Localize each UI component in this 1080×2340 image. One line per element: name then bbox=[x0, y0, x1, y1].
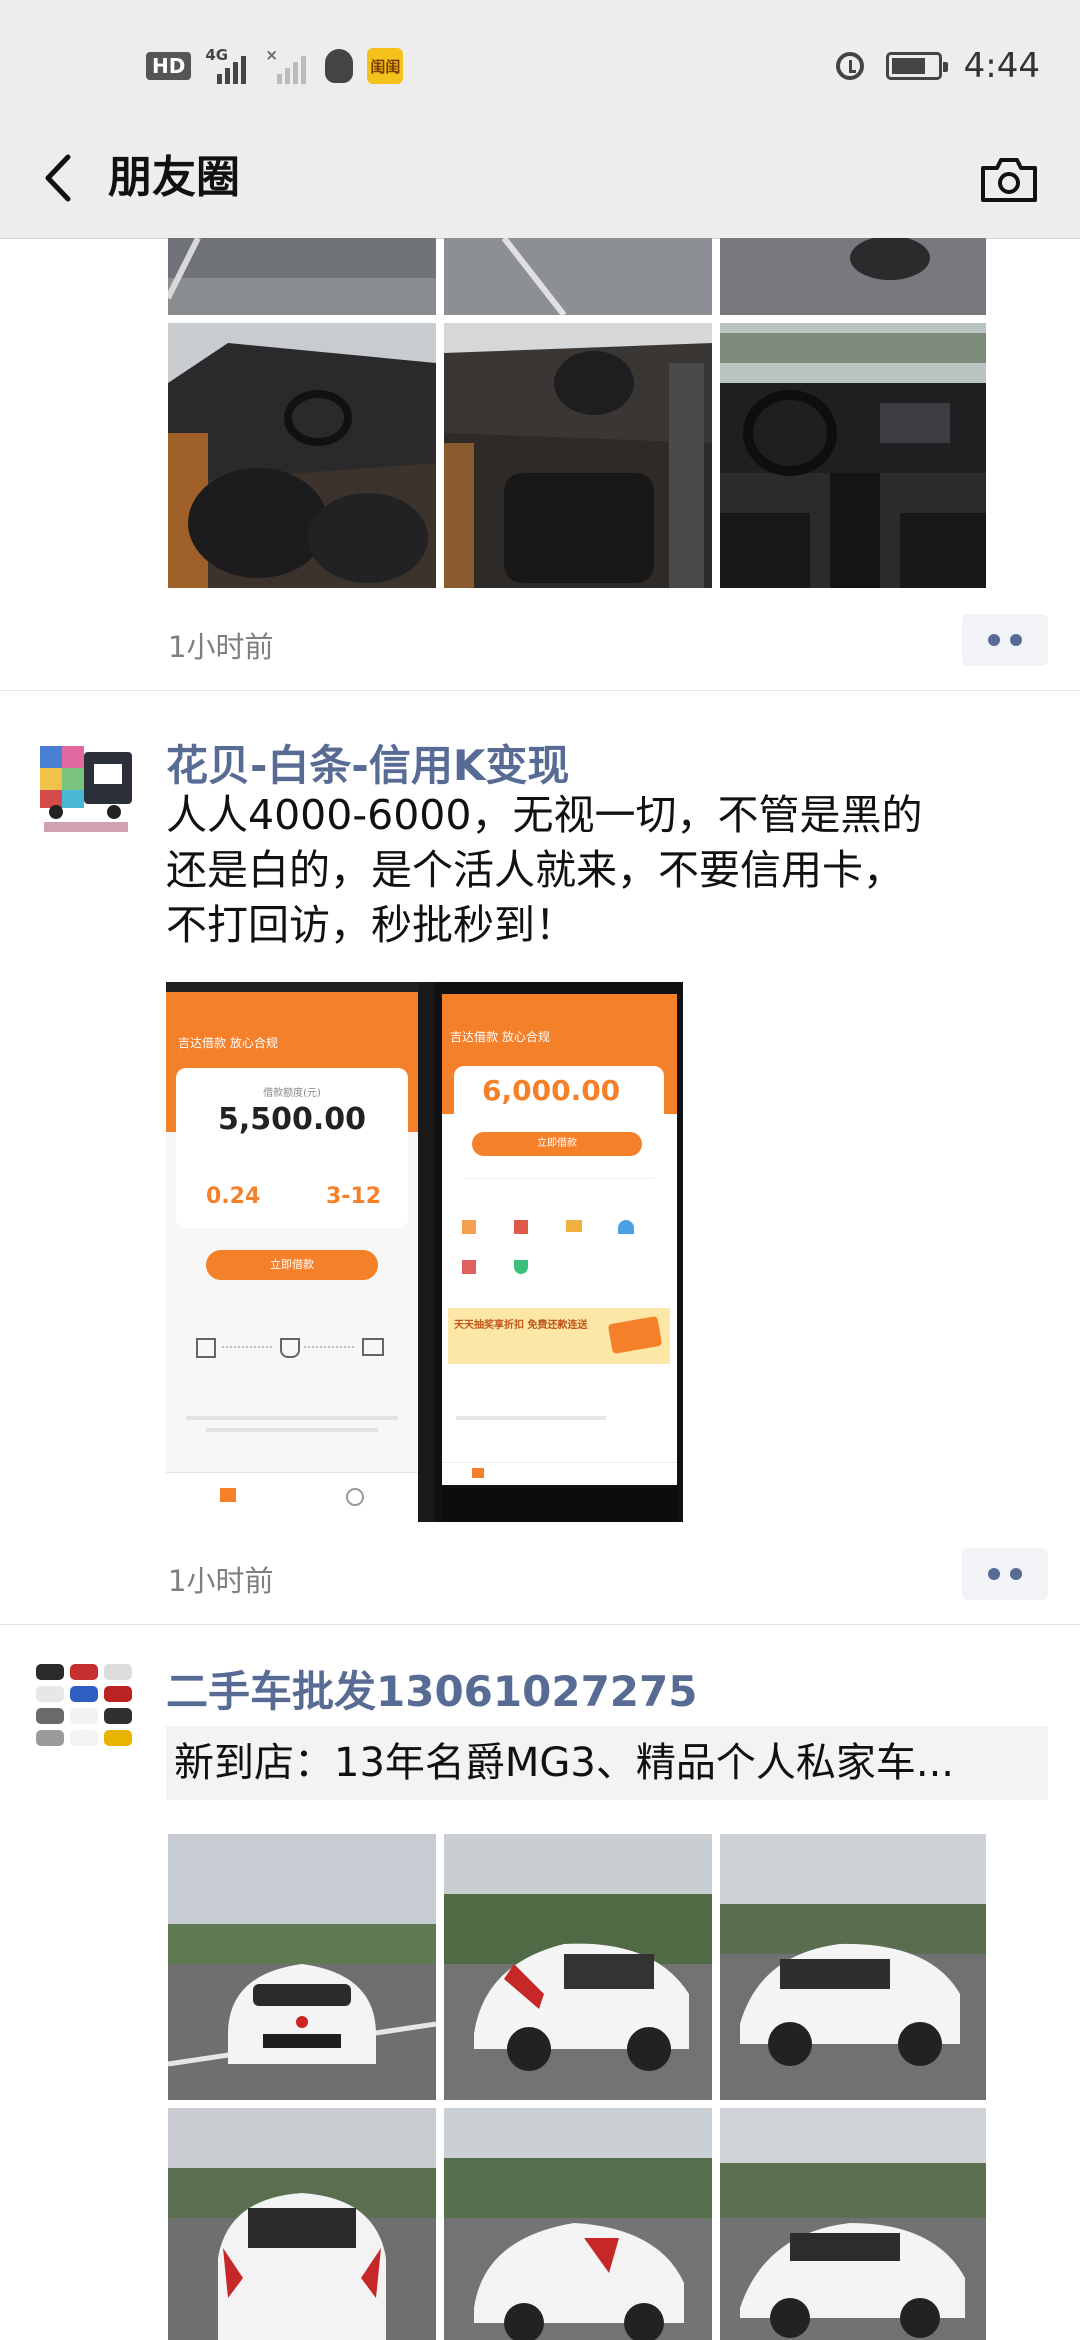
status-icons-left: HD 4G × 闺闺 bbox=[146, 46, 404, 86]
more-actions-button[interactable] bbox=[962, 1548, 1048, 1600]
post-divider bbox=[0, 1624, 1080, 1625]
signal-off-icon: × bbox=[265, 46, 311, 84]
avatar[interactable] bbox=[32, 1658, 136, 1762]
more-actions-button[interactable] bbox=[962, 614, 1048, 666]
clock: 4:44 bbox=[963, 46, 1040, 86]
post-photo[interactable] bbox=[444, 323, 712, 588]
post-photo[interactable] bbox=[720, 238, 986, 315]
battery-icon bbox=[885, 52, 948, 80]
post-photo[interactable] bbox=[444, 1834, 712, 2100]
dot-icon bbox=[1010, 1568, 1022, 1580]
loan-amount: 5,500.00 bbox=[217, 1102, 367, 1137]
post-photo[interactable] bbox=[720, 2108, 986, 2340]
qq-icon bbox=[325, 49, 354, 83]
status-bar: HD 4G × 闺闺 4:44 bbox=[0, 0, 1080, 120]
post-photo[interactable] bbox=[720, 323, 986, 588]
post-photo[interactable] bbox=[720, 1834, 986, 2100]
moments-feed[interactable]: 1小时前 花贝-白条-信用K变现 人人4000-6000，无视一切，不管是黑的 … bbox=[0, 238, 1080, 2340]
post-author[interactable]: 二手车批发13061027275 bbox=[166, 1658, 697, 1719]
shared-link-card[interactable]: 新到店：13年名爵MG3、精品个人私家车... bbox=[166, 1726, 1048, 1800]
back-button[interactable] bbox=[28, 148, 88, 208]
chevron-left-icon bbox=[45, 154, 71, 202]
dot-icon bbox=[988, 634, 1000, 646]
post-author[interactable]: 花贝-白条-信用K变现 bbox=[166, 732, 569, 793]
post-photo[interactable] bbox=[168, 238, 436, 315]
app-notification-icon: 闺闺 bbox=[367, 48, 404, 84]
loan-screenshot-left: 吉达借款 放心合规 借款额度(元) 5,500.00 0.24 3-12 立即借… bbox=[166, 982, 418, 1522]
camera-button[interactable] bbox=[974, 144, 1044, 214]
post-photo[interactable] bbox=[444, 238, 712, 315]
post-time: 1小时前 bbox=[168, 1564, 274, 1598]
post-photo[interactable] bbox=[444, 2108, 712, 2340]
signal-icon: 4G bbox=[205, 46, 251, 84]
post-time: 1小时前 bbox=[168, 630, 274, 664]
dot-icon bbox=[988, 1568, 1000, 1580]
post-text: 人人4000-6000，无视一切，不管是黑的 还是白的，是个活人就来，不要信用卡… bbox=[166, 791, 923, 949]
avatar[interactable] bbox=[34, 734, 138, 838]
page-title: 朋友圈 bbox=[108, 152, 240, 203]
status-icons-right: 4:44 bbox=[835, 44, 1040, 88]
nav-bar: 朋友圈 bbox=[0, 120, 1080, 239]
alarm-icon bbox=[835, 52, 864, 80]
post-divider bbox=[0, 690, 1080, 691]
hd-voice-icon: HD bbox=[146, 52, 192, 80]
post-photo[interactable] bbox=[168, 323, 436, 588]
post-photo[interactable] bbox=[168, 1834, 436, 2100]
post-photo-loan-app[interactable]: 吉达借款 放心合规 借款额度(元) 5,500.00 0.24 3-12 立即借… bbox=[166, 982, 683, 1522]
dot-icon bbox=[1010, 634, 1022, 646]
loan-screenshot-right: 吉达借款 放心合规 6,000.00 立即借款 天天抽奖享折扣 免费还款连送 bbox=[434, 982, 683, 1522]
camera-icon bbox=[981, 158, 1037, 202]
post-photo[interactable] bbox=[168, 2108, 436, 2340]
